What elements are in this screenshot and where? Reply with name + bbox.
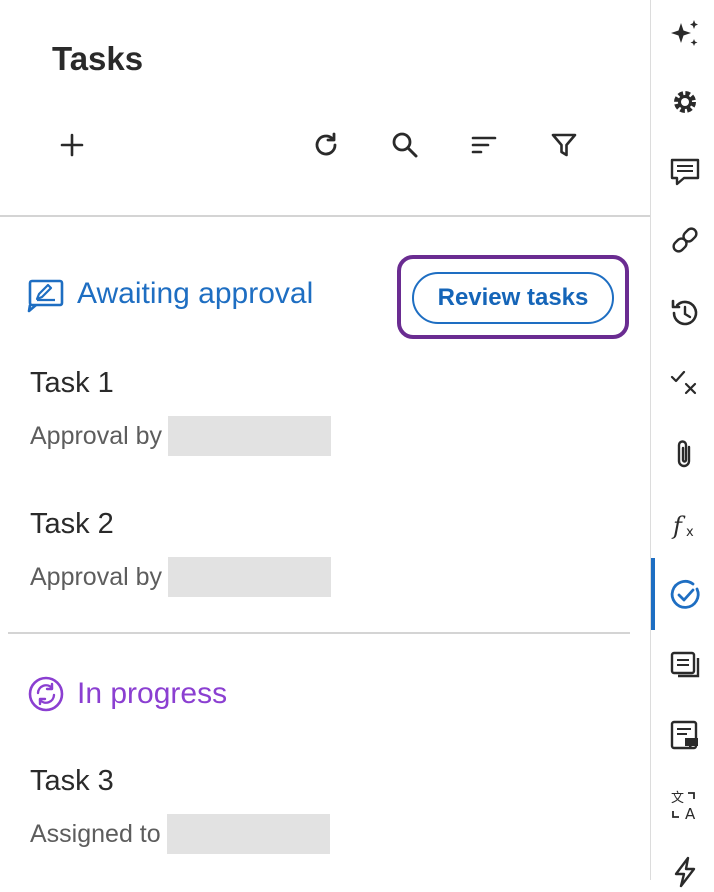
svg-text:A: A [685, 805, 696, 822]
comment-icon [670, 158, 700, 186]
rail-item-ai-assist[interactable] [665, 14, 705, 54]
task-meta-label: Approval by [30, 562, 163, 591]
rail-item-automation[interactable] [665, 852, 705, 892]
rail-item-tasks[interactable] [665, 575, 705, 615]
task-name: Task 1 [30, 367, 114, 399]
sparkle-icon [671, 20, 698, 46]
awaiting-approval-header: Awaiting approval [27, 275, 313, 313]
task-check-icon [670, 579, 700, 609]
add-task-button[interactable] [52, 125, 92, 165]
rail-item-settings[interactable] [665, 82, 705, 122]
plus-icon [60, 133, 84, 157]
active-indicator [651, 558, 655, 630]
toolbar-divider [0, 215, 650, 217]
in-progress-label: In progress [77, 677, 228, 710]
check-x-icon [670, 370, 697, 395]
tasks-panel: Tasks Awaiting approval Review tasks Tas… [0, 0, 650, 880]
rail-item-comments[interactable] [665, 152, 705, 192]
redacted-assignee [166, 814, 330, 854]
review-tasks-button[interactable]: Review tasks [412, 272, 614, 324]
rail-item-translate[interactable]: 文 A [665, 785, 705, 825]
search-button[interactable] [385, 125, 425, 165]
section-divider [8, 632, 630, 634]
gear-icon [674, 91, 696, 113]
lightning-icon [674, 856, 696, 888]
panel-title: Tasks [52, 40, 144, 77]
rail-item-history[interactable] [665, 293, 705, 333]
right-sidebar-rail: f x 文 A [650, 0, 714, 888]
search-icon [392, 132, 418, 158]
signature-icon [27, 279, 64, 313]
svg-text:x: x [686, 525, 694, 540]
refresh-button[interactable] [306, 125, 346, 165]
paperclip-icon [677, 440, 691, 468]
sync-icon [28, 676, 64, 712]
rail-item-attachments[interactable] [665, 434, 705, 474]
filter-icon [551, 133, 577, 157]
link-icon [672, 227, 698, 253]
sort-icon [471, 136, 497, 154]
svg-text:文: 文 [671, 791, 684, 806]
awaiting-approval-label: Awaiting approval [77, 277, 314, 310]
function-icon: f x [671, 512, 694, 540]
rail-item-notes[interactable] [665, 715, 705, 755]
list-icon [670, 651, 700, 678]
task-item[interactable]: Task 3 Assigned to [30, 765, 330, 854]
refresh-icon [315, 132, 337, 156]
redacted-assignee [168, 557, 332, 597]
translate-icon: 文 A [671, 791, 696, 822]
sort-button[interactable] [464, 125, 504, 165]
task-item[interactable]: Task 1 Approval by [30, 367, 332, 456]
filter-button[interactable] [544, 125, 584, 165]
svg-text:f: f [671, 512, 686, 540]
task-meta-label: Assigned to [30, 819, 161, 848]
task-item[interactable]: Task 2 Approval by [30, 508, 332, 597]
task-name: Task 3 [30, 765, 114, 797]
redacted-assignee [168, 416, 332, 456]
notes-icon [670, 720, 698, 750]
rail-item-links[interactable] [665, 220, 705, 260]
rail-item-list[interactable] [665, 645, 705, 685]
rail-item-formula[interactable]: f x [665, 505, 705, 545]
task-name: Task 2 [30, 508, 114, 540]
history-icon [671, 299, 698, 326]
in-progress-header: In progress [27, 675, 227, 713]
rail-item-validation[interactable] [665, 362, 705, 402]
task-meta-label: Approval by [30, 421, 163, 450]
